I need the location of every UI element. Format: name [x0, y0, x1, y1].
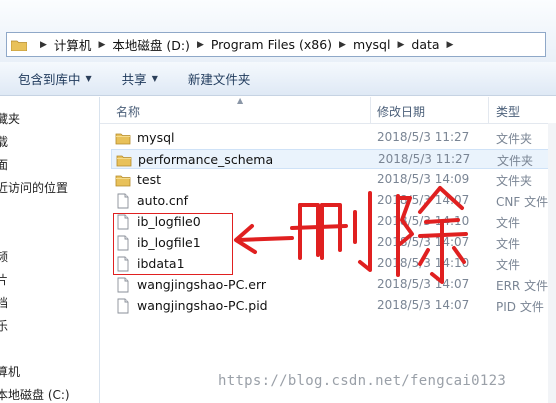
highlight-box [113, 213, 233, 275]
vertical-scrollbar[interactable] [548, 123, 556, 403]
file-name: wangjingshao-PC.pid [137, 298, 268, 313]
file-row[interactable]: wangjingshao-PC.pid 2018/5/3 14:07 PID 文件 [111, 296, 556, 316]
chevron-right-icon[interactable]: ▶ [447, 40, 454, 50]
breadcrumb-computer[interactable]: 计算机 [54, 35, 92, 54]
sort-up-icon: ▲ [237, 96, 244, 105]
file-modified-date: 2018/5/3 11:27 [377, 130, 470, 144]
new-folder-button[interactable]: 新建文件夹 [188, 69, 251, 88]
nav-item-music[interactable]: 乐 [0, 317, 8, 334]
file-row[interactable]: performance_schema 2018/5/3 11:27 文件夹 [111, 149, 556, 169]
new-folder-label: 新建文件夹 [187, 72, 251, 87]
nav-item-pictures[interactable]: 片 [0, 271, 8, 288]
file-modified-date: 2018/5/3 11:27 [378, 152, 471, 166]
column-header-name[interactable]: 名称 [116, 103, 140, 120]
file-modified-date: 2018/5/3 14:07 [377, 298, 470, 312]
file-modified-date: 2018/5/3 14:07 [377, 235, 470, 249]
file-type: ERR 文件 [496, 279, 549, 293]
nav-item-local-disk-c[interactable]: 本地磁盘 (C:) [0, 386, 70, 403]
navigation-pane: 藏夹 载 面 近访问的位置 频 片 档 乐 算机 本地磁盘 (C:) [0, 97, 100, 403]
folder-icon [11, 40, 27, 51]
file-modified-date: 2018/5/3 14:10 [377, 256, 470, 270]
column-header-type[interactable]: 类型 [496, 103, 520, 120]
include-in-library-label: 包含到库中 [18, 72, 81, 87]
nav-item-desktop[interactable]: 面 [0, 156, 8, 173]
file-row[interactable]: auto.cnf 2018/5/3 14:07 CNF 文件 [111, 191, 556, 211]
chevron-right-icon[interactable]: ▶ [98, 40, 105, 50]
chevron-right-icon[interactable]: ▶ [397, 40, 404, 50]
file-modified-date: 2018/5/3 14:07 [377, 193, 470, 207]
share-button[interactable]: 共享 ▼ [122, 69, 158, 88]
breadcrumb-data[interactable]: data [411, 37, 439, 52]
folder-icon [115, 172, 131, 188]
address-bar-region: ▶ 计算机 ▶ 本地磁盘 (D:) ▶ Program Files (x86) … [0, 0, 556, 63]
nav-item-recent-places[interactable]: 近访问的位置 [0, 179, 68, 196]
chevron-right-icon[interactable]: ▶ [40, 40, 47, 50]
file-type: CNF 文件 [496, 195, 549, 209]
file-type: 文件 [496, 237, 521, 251]
file-icon [115, 193, 131, 209]
caret-down-icon: ▼ [85, 74, 92, 83]
file-type: 文件夹 [497, 154, 534, 168]
chevron-right-icon[interactable]: ▶ [197, 40, 204, 50]
file-name: auto.cnf [137, 193, 189, 208]
share-label: 共享 [121, 72, 147, 87]
command-bar: 包含到库中 ▼ 共享 ▼ 新建文件夹 [0, 62, 556, 96]
file-type: 文件夹 [496, 132, 533, 146]
column-divider[interactable] [488, 97, 489, 123]
file-type: 文件 [496, 258, 521, 272]
breadcrumb-program-files[interactable]: Program Files (x86) [211, 37, 332, 52]
file-row[interactable]: mysql 2018/5/3 11:27 文件夹 [111, 128, 556, 148]
address-bar[interactable]: ▶ 计算机 ▶ 本地磁盘 (D:) ▶ Program Files (x86) … [6, 32, 546, 57]
folder-icon [115, 130, 131, 146]
file-name: wangjingshao-PC.err [137, 277, 267, 292]
watermark-text: https://blog.csdn.net/fengcai0123 [218, 373, 507, 389]
chevron-right-icon[interactable]: ▶ [339, 40, 346, 50]
include-in-library-button[interactable]: 包含到库中 ▼ [18, 69, 92, 88]
file-modified-date: 2018/5/3 14:09 [377, 172, 470, 186]
file-modified-date: 2018/5/3 14:07 [377, 277, 470, 291]
file-type: PID 文件 [496, 300, 544, 314]
file-type: 文件夹 [496, 174, 533, 188]
file-name: test [137, 172, 162, 187]
file-icon [115, 277, 131, 293]
breadcrumb-drive-d[interactable]: 本地磁盘 (D:) [112, 35, 190, 54]
column-divider[interactable] [370, 97, 371, 123]
file-name: performance_schema [138, 152, 274, 167]
nav-item-computer[interactable]: 算机 [0, 363, 20, 380]
file-row[interactable]: test 2018/5/3 14:09 文件夹 [111, 170, 556, 190]
nav-item-documents[interactable]: 档 [0, 294, 8, 311]
file-icon [115, 298, 131, 314]
file-name: mysql [137, 130, 175, 145]
nav-item-videos[interactable]: 频 [0, 248, 8, 265]
file-row[interactable]: wangjingshao-PC.err 2018/5/3 14:07 ERR 文件 [111, 275, 556, 295]
nav-item-favorites[interactable]: 藏夹 [0, 110, 20, 127]
file-type: 文件 [496, 216, 521, 230]
column-header-modified[interactable]: 修改日期 [377, 103, 425, 120]
nav-item-downloads[interactable]: 载 [0, 133, 8, 150]
caret-down-icon: ▼ [151, 74, 158, 83]
breadcrumb-mysql[interactable]: mysql [353, 37, 391, 52]
file-modified-date: 2018/5/3 14:10 [377, 214, 470, 228]
folder-icon [116, 152, 132, 168]
column-header-bar: ▲ 名称 修改日期 类型 [100, 96, 556, 124]
